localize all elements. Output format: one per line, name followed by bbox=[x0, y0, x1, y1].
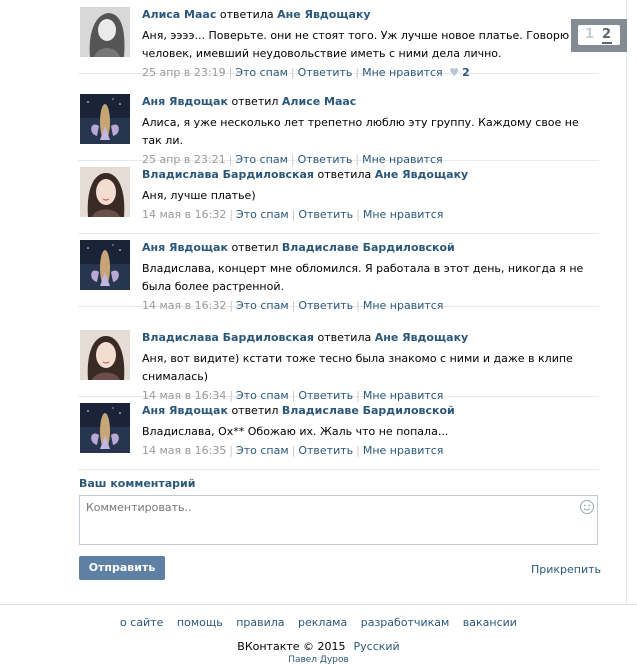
page-1-link[interactable]: 1 bbox=[585, 27, 594, 42]
comment-date: 25 апр в 23:19 bbox=[142, 66, 226, 79]
comment-header: Владислава Бардиловская ответила Ане Явд… bbox=[142, 168, 598, 182]
comment-text: Алиса, я уже несколько лет трепетно любл… bbox=[142, 116, 579, 147]
comment-text: Аня, лучше платье) bbox=[142, 189, 256, 202]
smile-icon[interactable] bbox=[579, 499, 595, 515]
footer-link-developers[interactable]: разработчикам bbox=[361, 616, 450, 629]
footer-link-ads[interactable]: реклама bbox=[298, 616, 347, 629]
page-2-current[interactable]: 2 bbox=[602, 27, 611, 42]
reply-verb: ответил bbox=[231, 404, 279, 417]
comment-header: Аня Явдощак ответил Владиславе Бардиловс… bbox=[142, 241, 598, 255]
author-link[interactable]: Владислава Бардиловская bbox=[142, 168, 314, 181]
page-switcher-inner: 1 2 bbox=[578, 25, 620, 45]
comment-body: Владислава Бардиловская ответила Ане Явд… bbox=[142, 168, 598, 222]
spam-link[interactable]: Это спам bbox=[236, 208, 289, 221]
comment-body: Владислава Бардиловская ответила Ане Явд… bbox=[142, 331, 598, 403]
spam-link[interactable]: Это спам bbox=[235, 66, 288, 79]
comment-body: Алиса Маас ответила Ане Явдощаку Аня, ээ… bbox=[142, 8, 598, 80]
comment-meta: 25 апр в 23:19 | Это спам | Ответить | Мне нра… bbox=[142, 66, 470, 80]
footer-link-rules[interactable]: правила bbox=[236, 616, 284, 629]
avatar-night-figure[interactable] bbox=[80, 94, 130, 144]
like-link[interactable]: Мне нравится bbox=[363, 299, 444, 312]
comment-meta: 14 мая в 16:32 | Это спам | Ответить | Мне нра… bbox=[142, 299, 444, 312]
reply-verb: ответила bbox=[317, 331, 372, 344]
page-switcher: 1 2 bbox=[571, 19, 627, 52]
comment-text: Аня, вот видите) кстати тоже тесно была … bbox=[142, 352, 573, 383]
reply-link[interactable]: Ответить bbox=[298, 208, 353, 221]
footer-divider bbox=[0, 604, 637, 605]
footer-links: о сайте помощь правила реклама разработч… bbox=[0, 616, 637, 629]
author-link[interactable]: Аня Явдощак bbox=[142, 404, 228, 417]
founder-link[interactable]: Павел Дуров bbox=[0, 655, 637, 665]
reply-link[interactable]: Ответить bbox=[298, 299, 353, 312]
author-link[interactable]: Алиса Маас bbox=[142, 8, 216, 21]
comment-header: Аня Явдощак ответил Алисе Маас bbox=[142, 95, 598, 109]
comment-item: Владислава Бардиловская ответила Ане Явд… bbox=[78, 323, 599, 402]
like-link[interactable]: Мне нравится bbox=[362, 66, 443, 79]
author-link[interactable]: Аня Явдощак bbox=[142, 241, 228, 254]
avatar-night-figure[interactable] bbox=[80, 240, 130, 290]
like-link[interactable]: Мне нравится bbox=[363, 444, 444, 457]
comment-form-title: Ваш комментарий bbox=[79, 477, 196, 490]
attach-link[interactable]: Прикрепить bbox=[531, 563, 601, 576]
comment-body: Аня Явдощак ответил Владиславе Бардиловс… bbox=[142, 404, 598, 458]
reply-verb: ответил bbox=[231, 95, 279, 108]
reply-to-link[interactable]: Ане Явдощаку bbox=[375, 168, 469, 181]
comment-item: Алиса Маас ответила Ане Явдощаку Аня, ээ… bbox=[78, 0, 599, 79]
comment-item: Аня Явдощак ответил Владиславе Бардиловс… bbox=[78, 396, 599, 470]
current-page-underline bbox=[602, 42, 612, 44]
send-button[interactable]: Отправить bbox=[79, 556, 165, 580]
comment-date: 14 мая в 16:32 bbox=[142, 208, 227, 221]
comment-input[interactable]: Комментировать.. bbox=[79, 495, 598, 545]
avatar-portrait-girl[interactable] bbox=[80, 330, 130, 380]
comment-text: Аня, ээээ... Поверьте. они не стоят того… bbox=[142, 29, 593, 60]
comment-placeholder: Комментировать.. bbox=[86, 501, 192, 514]
reply-verb: ответила bbox=[219, 8, 274, 21]
footer-link-about[interactable]: о сайте bbox=[120, 616, 163, 629]
reply-link[interactable]: Ответить bbox=[298, 66, 353, 79]
reply-link[interactable]: Ответить bbox=[298, 444, 353, 457]
spam-link[interactable]: Это спам bbox=[236, 444, 289, 457]
avatar-portrait-grey[interactable] bbox=[80, 7, 130, 57]
heart-icon[interactable]: ♥ bbox=[449, 66, 459, 80]
comment-text: Владислава, концерт мне обломился. Я раб… bbox=[142, 262, 584, 293]
likes-count: 2 bbox=[462, 66, 470, 79]
reply-to-link[interactable]: Ане Явдощаку bbox=[277, 8, 371, 21]
comment-item: Аня Явдощак ответил Алисе Маас Алиса, я … bbox=[78, 87, 599, 166]
comment-header: Аня Явдощак ответил Владиславе Бардиловс… bbox=[142, 404, 598, 418]
reply-to-link[interactable]: Ане Явдощаку bbox=[375, 331, 469, 344]
comment-meta: 14 мая в 16:35 | Это спам | Ответить | Мне нра… bbox=[142, 444, 444, 457]
comment-date: 14 мая в 16:32 bbox=[142, 299, 227, 312]
comment-item: Аня Явдощак ответил Владиславе Бардиловс… bbox=[78, 233, 599, 312]
author-link[interactable]: Аня Явдощак bbox=[142, 95, 228, 108]
reply-verb: ответила bbox=[317, 168, 372, 181]
reply-to-link[interactable]: Алисе Маас bbox=[282, 95, 356, 108]
page-right-border bbox=[626, 0, 627, 604]
comment-item: Владислава Бардиловская ответила Ане Явд… bbox=[78, 160, 599, 234]
avatar-night-figure[interactable] bbox=[80, 403, 130, 453]
comment-body: Аня Явдощак ответил Владиславе Бардиловс… bbox=[142, 241, 598, 313]
comment-header: Алиса Маас ответила Ане Явдощаку bbox=[142, 8, 598, 22]
reply-to-link[interactable]: Владиславе Бардиловской bbox=[282, 404, 455, 417]
language-link[interactable]: Русский bbox=[354, 640, 400, 653]
comment-header: Владислава Бардиловская ответила Ане Явд… bbox=[142, 331, 598, 345]
comment-body: Аня Явдощак ответил Алисе Маас Алиса, я … bbox=[142, 95, 598, 167]
spam-link[interactable]: Это спам bbox=[236, 299, 289, 312]
reply-to-link[interactable]: Владиславе Бардиловской bbox=[282, 241, 455, 254]
reply-verb: ответил bbox=[231, 241, 279, 254]
avatar-portrait-girl[interactable] bbox=[80, 167, 130, 217]
copyright: ВКонтакте © 2015 Русский bbox=[0, 640, 637, 653]
like-link[interactable]: Мне нравится bbox=[363, 208, 444, 221]
footer-link-jobs[interactable]: вакансии bbox=[463, 616, 517, 629]
comment-date: 14 мая в 16:35 bbox=[142, 444, 227, 457]
footer-link-help[interactable]: помощь bbox=[177, 616, 223, 629]
copyright-text: ВКонтакте © 2015 bbox=[237, 640, 346, 653]
comment-meta: 14 мая в 16:32 | Это спам | Ответить | Мне нра… bbox=[142, 208, 444, 221]
author-link[interactable]: Владислава Бардиловская bbox=[142, 331, 314, 344]
comment-text: Владислава, Ох** Обожаю их. Жаль что не … bbox=[142, 425, 449, 438]
